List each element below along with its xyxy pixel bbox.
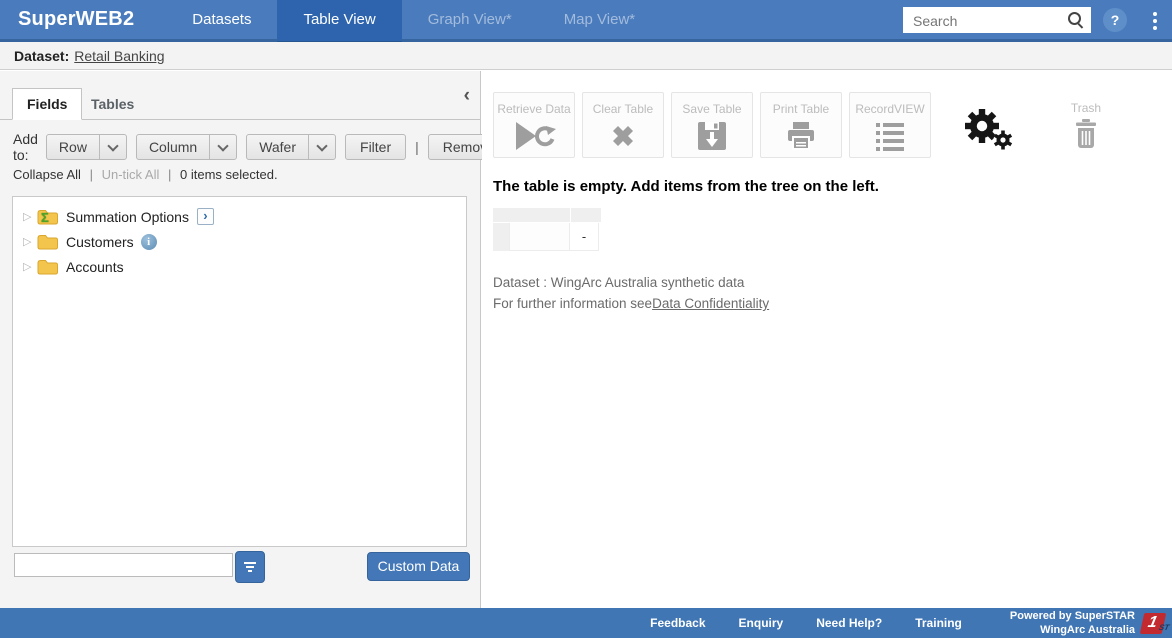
empty-table-skeleton: - — [493, 208, 603, 251]
gears-icon — [964, 108, 1014, 150]
print-table-button[interactable]: Print Table — [760, 92, 842, 158]
table-body-cell — [509, 223, 570, 251]
table-header-cell — [571, 208, 601, 222]
info-icon[interactable]: i — [141, 234, 157, 250]
save-icon — [697, 120, 727, 152]
footer-link-feedback[interactable]: Feedback — [650, 616, 705, 630]
overflow-menu-icon[interactable] — [1153, 12, 1157, 30]
chevron-down-icon[interactable] — [209, 135, 236, 159]
tab-fields[interactable]: Fields — [12, 88, 82, 120]
table-row-stub — [493, 223, 509, 251]
tree-expander-icon[interactable]: ▷ — [23, 210, 37, 223]
footer-bar: Feedback Enquiry Need Help? Training Pow… — [0, 608, 1172, 638]
items-selected-text: 0 items selected. — [180, 167, 278, 182]
summation-folder-icon: Σ — [37, 209, 58, 225]
wafer-dropdown-label: Wafer — [247, 135, 308, 159]
clear-table-button[interactable]: Clear Table — [582, 92, 664, 158]
navbar-search — [903, 7, 1091, 33]
search-input[interactable] — [911, 8, 1065, 34]
field-tree-panel: Fields Tables ‹ Add to: Row Column Wafer… — [0, 71, 481, 608]
play-refresh-icon — [512, 120, 556, 152]
link-separator: | — [90, 167, 93, 182]
footer-link-training[interactable]: Training — [915, 616, 962, 630]
chevron-down-icon[interactable] — [99, 135, 126, 159]
dataset-info-block: Dataset : WingArc Australia synthetic da… — [493, 272, 1172, 314]
tree-item-customers[interactable]: ▷ Customers i — [13, 229, 466, 254]
folder-icon — [37, 234, 58, 250]
tree-item-summation-options[interactable]: ▷ Σ Summation Options › — [13, 204, 466, 229]
further-info-text: For further information see — [493, 296, 652, 311]
nav-item-table-view[interactable]: Table View — [277, 0, 401, 44]
record-list-icon — [874, 120, 906, 152]
sigma-icon: Σ — [41, 210, 49, 225]
collapse-panel-icon[interactable]: ‹ — [464, 87, 470, 105]
add-to-toolbar: Add to: Row Column Wafer Filter | Remove — [13, 131, 519, 163]
custom-data-button[interactable]: Custom Data — [367, 552, 470, 581]
recordview-button[interactable]: RecordVIEW — [849, 92, 931, 158]
table-options-button[interactable] — [964, 108, 1014, 150]
link-separator: | — [168, 167, 171, 182]
add-to-label: Add to: — [13, 131, 38, 163]
dataset-bar: Dataset: Retail Banking — [0, 42, 1172, 70]
tree-links-row: Collapse All | Un-tick All | 0 items sel… — [13, 167, 278, 182]
retrieve-data-button[interactable]: Retrieve Data — [493, 92, 575, 158]
add-to-column-dropdown[interactable]: Column — [136, 134, 237, 160]
tree-item-label[interactable]: Customers — [66, 234, 134, 250]
toolbar-separator: | — [415, 139, 419, 155]
add-to-wafer-dropdown[interactable]: Wafer — [246, 134, 336, 160]
tree-item-accounts[interactable]: ▷ Accounts — [13, 254, 466, 279]
tree-item-label[interactable]: Accounts — [66, 259, 124, 275]
column-dropdown-label: Column — [137, 135, 209, 159]
trash-dropzone[interactable]: Trash — [1054, 92, 1118, 154]
footer-link-need-help[interactable]: Need Help? — [816, 616, 882, 630]
add-to-row-dropdown[interactable]: Row — [46, 134, 127, 160]
top-navbar: SuperWEB2 Datasets Table View Graph View… — [0, 0, 1172, 42]
chevron-down-icon[interactable] — [308, 135, 335, 159]
nav-item-map-view: Map View* — [538, 0, 661, 41]
tree-filter-input[interactable] — [14, 553, 233, 577]
tree-filter-icon-button[interactable] — [235, 551, 265, 583]
further-info-line: For further information seeData Confiden… — [493, 293, 1172, 314]
powered-by-text: Powered by SuperSTAR WingArc Australia — [1010, 609, 1135, 638]
trash-icon — [1073, 119, 1099, 149]
help-icon[interactable]: ? — [1103, 8, 1127, 32]
save-table-button[interactable]: Save Table — [671, 92, 753, 158]
expand-values-icon[interactable]: › — [197, 208, 214, 225]
search-icon[interactable] — [1068, 12, 1084, 28]
nav-item-datasets[interactable]: Datasets — [166, 0, 277, 41]
field-tree: ▷ Σ Summation Options › ▷ Customers i ▷ … — [12, 196, 467, 547]
dataset-info-text: Dataset : WingArc Australia synthetic da… — [493, 272, 1172, 293]
data-confidentiality-link[interactable]: Data Confidentiality — [652, 296, 769, 311]
printer-icon — [785, 120, 817, 152]
superstar-1st-logo-icon: 1ST — [1140, 613, 1166, 634]
dataset-link[interactable]: Retail Banking — [74, 48, 164, 64]
table-toolbar: Retrieve Data Clear Table Save Table — [493, 92, 1172, 158]
tree-item-label[interactable]: Summation Options — [66, 209, 189, 225]
app-logo: SuperWEB2 — [18, 8, 134, 31]
footer-links: Feedback Enquiry Need Help? Training — [650, 616, 962, 630]
table-view-panel: Retrieve Data Clear Table Save Table — [482, 71, 1172, 608]
filter-button[interactable]: Filter — [345, 134, 406, 160]
left-tabstrip: Fields Tables — [0, 87, 480, 120]
tree-search-row: Custom Data — [0, 551, 480, 585]
clear-x-icon — [607, 120, 639, 152]
filter-icon — [244, 562, 256, 564]
empty-table-message: The table is empty. Add items from the t… — [493, 178, 1172, 195]
table-value-cell: - — [570, 223, 599, 251]
tree-expander-icon[interactable]: ▷ — [23, 235, 37, 248]
table-header-cell — [493, 208, 570, 222]
tab-tables[interactable]: Tables — [76, 88, 149, 120]
nav-item-graph-view: Graph View* — [402, 0, 538, 41]
collapse-all-link[interactable]: Collapse All — [13, 167, 81, 182]
folder-icon — [37, 259, 58, 275]
dataset-label: Dataset: — [14, 48, 69, 64]
footer-link-enquiry[interactable]: Enquiry — [739, 616, 784, 630]
row-dropdown-label: Row — [47, 135, 99, 159]
tree-expander-icon[interactable]: ▷ — [23, 260, 37, 273]
main-nav: Datasets Table View Graph View* Map View… — [166, 0, 661, 41]
untick-all-link: Un-tick All — [102, 167, 160, 182]
